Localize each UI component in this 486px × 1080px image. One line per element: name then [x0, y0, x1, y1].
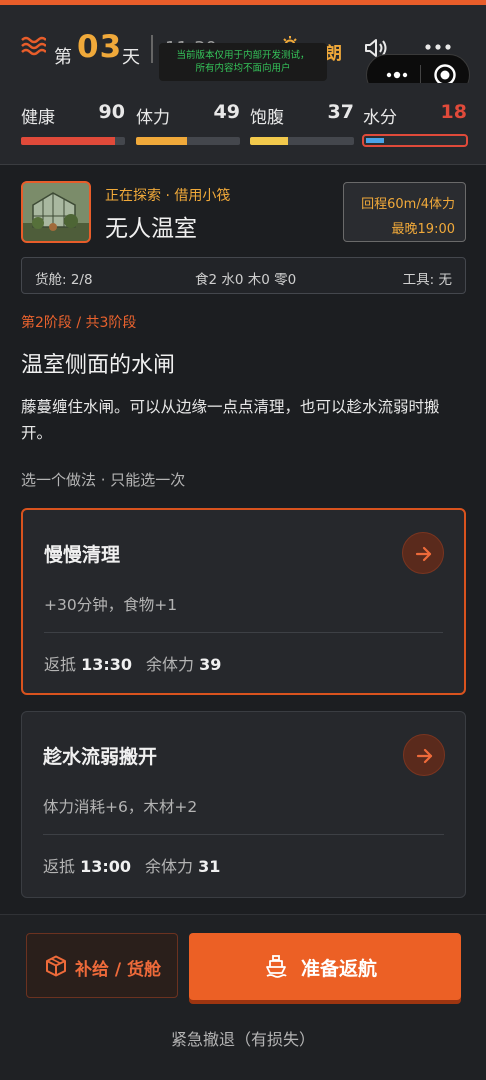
supply-label: 补给 / 货舱: [75, 960, 162, 980]
arrive-time: 13:30: [81, 655, 133, 674]
stat-value: 49: [213, 101, 240, 123]
stat-value: 37: [327, 101, 354, 123]
package-icon: [46, 955, 66, 977]
header-divider: [151, 35, 153, 63]
event-title: 温室侧面的水闸: [21, 353, 176, 378]
cargo-slots: 货舱: 2/8: [35, 272, 93, 288]
stat-value-warning: 18: [440, 101, 467, 123]
option-footer: 返抵 13:00 余体力 31: [43, 853, 220, 877]
exploring-status: 正在探索 · 借用小筏: [105, 188, 231, 204]
arrive-label: 返抵: [43, 857, 76, 876]
option-footer: 返抵 13:30 余体力 39: [44, 651, 221, 675]
waves-icon[interactable]: [20, 35, 46, 57]
arrive-label: 返抵: [44, 655, 77, 674]
prepare-return-label: 准备返航: [301, 958, 378, 980]
event-stage: 第2阶段 / 共3阶段: [21, 315, 137, 331]
option-title: 慢慢清理: [44, 544, 121, 566]
stamina-value: 39: [199, 655, 222, 674]
stat-track: [21, 137, 125, 145]
capsule-divider: [420, 65, 421, 85]
location-thumbnail: [21, 181, 91, 243]
option-divider: [44, 632, 443, 633]
stat-track: [250, 137, 354, 145]
stat-label: 体力: [136, 108, 170, 128]
stat-value: 90: [98, 101, 125, 123]
day-number: 03: [77, 29, 123, 65]
return-cost: 回程60m/4体力: [361, 197, 455, 212]
stat-label: 水分: [363, 108, 397, 128]
arrow-right-icon: [416, 748, 433, 764]
option-go-button[interactable]: [402, 532, 444, 574]
stat-track: [136, 137, 240, 145]
dev-notice-line-1: 当前版本仅用于内部开发测试，: [176, 50, 310, 61]
option-effect: 体力消耗+6，木材+2: [43, 798, 198, 816]
option-card-move-aside[interactable]: 趁水流弱搬开 体力消耗+6，木材+2 返抵 13:00 余体力 31: [21, 711, 466, 898]
prepare-return-button[interactable]: 准备返航: [189, 933, 461, 1000]
ship-icon: [266, 955, 287, 978]
return-info-box: 回程60m/4体力 最晚19:00: [343, 182, 466, 242]
stat-water: 水分 18: [362, 99, 468, 151]
stamina-label: 余体力: [145, 857, 194, 876]
stat-hunger: 饱腹 37: [250, 99, 354, 151]
bottom-action-bar: 补给 / 货舱 准备返航 紧急撤退（有损失）: [0, 914, 486, 1080]
greenhouse-illustration: [23, 183, 89, 241]
stamina-value: 31: [198, 857, 221, 876]
cargo-tools: 工具: 无: [402, 272, 452, 288]
choose-hint: 选一个做法 · 只能选一次: [21, 471, 186, 489]
supply-cargo-button[interactable]: 补给 / 货舱: [26, 933, 178, 998]
cargo-resources: 食2 水0 木0 零0: [195, 272, 297, 288]
event-description: 藤蔓缠住水闸。可以从边缘一点点清理，也可以趁水流弱时搬开。: [21, 398, 440, 442]
stat-stamina: 体力 49: [136, 99, 240, 151]
stat-fill: [21, 137, 115, 145]
stat-fill: [366, 138, 385, 143]
stat-fill: [136, 137, 187, 145]
option-effect: +30分钟，食物+1: [44, 596, 178, 614]
latest-return-time: 最晚19:00: [391, 222, 455, 237]
emergency-retreat-link[interactable]: 紧急撤退（有损失）: [0, 1026, 486, 1050]
more-dots-icon[interactable]: [423, 39, 453, 55]
arrive-time: 13:00: [80, 857, 132, 876]
stat-track-warning: [362, 134, 468, 147]
day-suffix: 天: [122, 47, 140, 68]
stat-label: 饱腹: [250, 108, 284, 128]
location-name: 无人温室: [105, 216, 197, 242]
stats-bar: 健康 90 体力 49 饱腹 37 水分 18: [0, 83, 486, 165]
stamina-label: 余体力: [146, 655, 195, 674]
option-divider: [43, 834, 444, 835]
option-card-slow-clear[interactable]: 慢慢清理 +30分钟，食物+1 返抵 13:30 余体力 39: [21, 508, 466, 695]
dev-notice-line-2: 所有内容均不面向用户: [195, 63, 291, 74]
stat-label: 健康: [21, 108, 55, 128]
option-title: 趁水流弱搬开: [43, 746, 158, 768]
capsule-more-icon[interactable]: [383, 67, 411, 83]
stat-health: 健康 90: [21, 99, 125, 151]
option-go-button[interactable]: [403, 734, 445, 776]
day-prefix: 第: [54, 47, 72, 68]
cargo-summary: 货舱: 2/8 食2 水0 木0 零0 工具: 无: [21, 257, 466, 294]
dev-notice: 当前版本仅用于内部开发测试， 所有内容均不面向用户: [159, 43, 327, 81]
arrow-right-icon: [415, 546, 432, 562]
stat-fill: [250, 137, 289, 145]
